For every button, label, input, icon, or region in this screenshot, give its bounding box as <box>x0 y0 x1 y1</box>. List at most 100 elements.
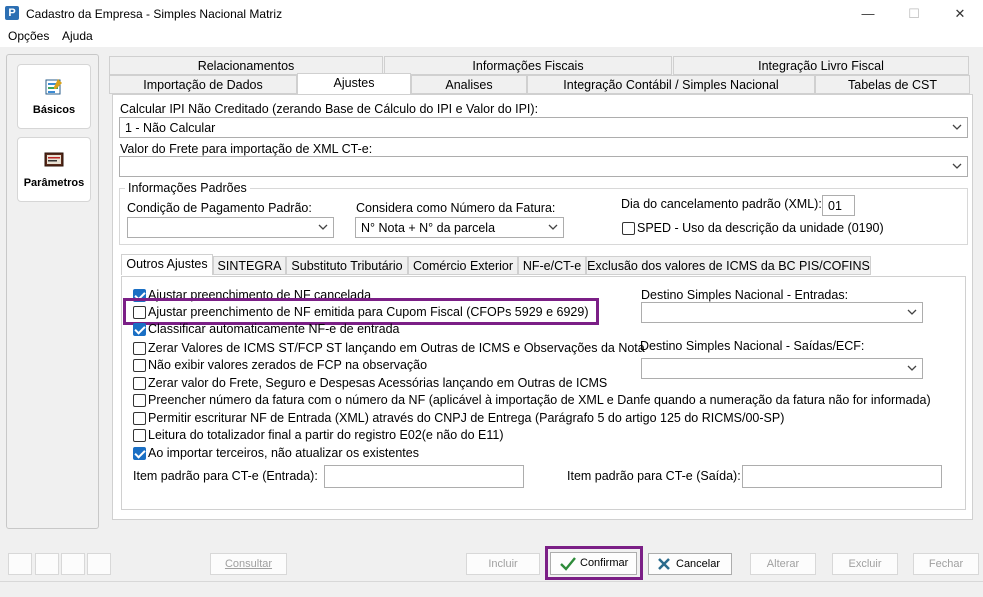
item-cte-entrada-input[interactable] <box>324 465 524 488</box>
check-label: Zerar valor do Frete, Seguro e Despesas … <box>148 376 608 390</box>
num-fatura-select[interactable]: N° Nota + N° da parcela <box>355 217 564 238</box>
confirmar-button[interactable]: Confirmar <box>550 552 637 575</box>
item-cte-saida-label: Item padrão para CT-e (Saída): <box>567 469 741 483</box>
num-fatura-value: N° Nota + N° da parcela <box>361 221 496 235</box>
check-cnpj-entrega[interactable]: Permitir escriturar NF de Entrada (XML) … <box>133 411 933 427</box>
nav-first-button[interactable] <box>8 553 32 575</box>
subtab-comercio-exterior[interactable]: Comércio Exterior <box>408 256 518 275</box>
close-icon: ✕ <box>954 5 966 21</box>
form-icon <box>45 78 62 94</box>
status-bar <box>0 581 983 597</box>
sidebar-item-basicos[interactable]: Básicos <box>17 64 91 129</box>
nav-last-button[interactable] <box>87 553 111 575</box>
title-bar: P Cadastro da Empresa - Simples Nacional… <box>0 0 983 27</box>
menu-bar: Opções Ajuda <box>0 27 983 47</box>
ipi-select-value: 1 - Não Calcular <box>125 121 216 135</box>
check-preencher-fatura[interactable]: Preencher número da fatura com o número … <box>133 393 933 409</box>
frete-select[interactable] <box>119 156 968 177</box>
checkbox[interactable] <box>133 429 146 442</box>
check-label: Zerar Valores de ICMS ST/FCP ST lançando… <box>148 341 645 355</box>
sped-checkbox-row[interactable]: SPED - Uso da descrição da unidade (0190… <box>622 221 892 237</box>
nav-next-button[interactable] <box>61 553 85 575</box>
consultar-button[interactable]: Consultar <box>210 553 287 575</box>
window-title: Cadastro da Empresa - Simples Nacional M… <box>26 7 283 21</box>
sidebar: Básicos Parâmetros <box>6 54 99 529</box>
frete-label: Valor do Frete para importação de XML CT… <box>120 142 373 156</box>
checkbox[interactable] <box>133 359 146 372</box>
check-label: Não exibir valores zerados de FCP na obs… <box>148 358 428 372</box>
chevron-down-icon <box>952 163 962 169</box>
minimize-button[interactable]: — <box>845 0 891 27</box>
cancel-x-icon <box>658 558 670 570</box>
chevron-down-icon <box>952 124 962 130</box>
sidebar-item-label: Básicos <box>32 103 76 116</box>
checkbox[interactable] <box>133 342 146 355</box>
tab-integracao-contabil[interactable]: Integração Contábil / Simples Nacional <box>527 75 815 94</box>
sidebar-item-label: Parâmetros <box>23 176 85 189</box>
ipi-select[interactable]: 1 - Não Calcular <box>119 117 968 138</box>
informacoes-padroes-title: Informações Padrões <box>125 181 250 195</box>
chevron-down-icon <box>548 224 558 230</box>
cancelar-button[interactable]: Cancelar <box>648 553 732 575</box>
menu-opcoes[interactable]: Opções <box>8 29 49 43</box>
chevron-down-icon <box>907 365 917 371</box>
checkbox[interactable] <box>133 412 146 425</box>
subtab-sintegra[interactable]: SINTEGRA <box>213 256 286 275</box>
tab-ajustes[interactable]: Ajustes <box>297 73 411 94</box>
num-fatura-label: Considera como Número da Fatura: <box>356 201 556 215</box>
check-icon <box>560 557 576 571</box>
check-label: Permitir escriturar NF de Entrada (XML) … <box>148 411 785 425</box>
confirmar-label: Confirmar <box>580 557 629 569</box>
fechar-button[interactable]: Fechar <box>913 553 979 575</box>
check-nao-exibir-fcp[interactable]: Não exibir valores zerados de FCP na obs… <box>133 358 633 374</box>
highlight-box-cupom <box>123 298 599 325</box>
checkbox[interactable] <box>133 323 146 336</box>
tab-analises[interactable]: Analises <box>411 75 527 94</box>
destino-saidas-label: Destino Simples Nacional - Saídas/ECF: <box>640 339 865 353</box>
maximize-icon: ☐ <box>908 5 920 21</box>
checkbox[interactable] <box>133 377 146 390</box>
subtab-nfe-cte[interactable]: NF-e/CT-e <box>518 256 586 275</box>
sped-checkbox[interactable] <box>622 222 635 235</box>
dia-cancel-input[interactable]: 01 <box>822 195 855 216</box>
tab-informacoes-fiscais[interactable]: Informações Fiscais <box>384 56 672 75</box>
tab-integracao-livro-fiscal[interactable]: Integração Livro Fiscal <box>673 56 969 75</box>
destino-saidas-select[interactable] <box>641 358 923 379</box>
check-zerar-icms-st[interactable]: Zerar Valores de ICMS ST/FCP ST lançando… <box>133 341 645 357</box>
alterar-button[interactable]: Alterar <box>750 553 816 575</box>
settings-board-icon <box>44 152 64 166</box>
item-cte-saida-input[interactable] <box>742 465 942 488</box>
ipi-label: Calcular IPI Não Creditado (zerando Base… <box>120 102 539 116</box>
tab-importacao-dados[interactable]: Importação de Dados <box>109 75 297 94</box>
chevron-down-icon <box>318 224 328 230</box>
check-label: Preencher número da fatura com o número … <box>148 393 931 407</box>
check-label: Ao importar terceiros, não atualizar os … <box>148 446 419 460</box>
check-label: Classificar automaticamente NF-e de entr… <box>148 322 400 336</box>
destino-entradas-label: Destino Simples Nacional - Entradas: <box>641 288 849 302</box>
subtab-exclusao-icms[interactable]: Exclusão dos valores de ICMS da BC PIS/C… <box>586 256 871 275</box>
close-button[interactable]: ✕ <box>937 0 983 27</box>
minimize-icon: — <box>861 6 875 21</box>
destino-entradas-select[interactable] <box>641 302 923 323</box>
check-importar-terceiros[interactable]: Ao importar terceiros, não atualizar os … <box>133 446 633 462</box>
checkbox[interactable] <box>133 447 146 460</box>
cond-pag-label: Condição de Pagamento Padrão: <box>127 201 312 215</box>
excluir-button[interactable]: Excluir <box>832 553 898 575</box>
cancelar-label: Cancelar <box>676 558 721 570</box>
checkbox[interactable] <box>133 394 146 407</box>
menu-ajuda[interactable]: Ajuda <box>62 29 93 43</box>
sidebar-item-parametros[interactable]: Parâmetros <box>17 137 91 202</box>
cond-pag-select[interactable] <box>127 217 334 238</box>
check-classificar-nfe[interactable]: Classificar automaticamente NF-e de entr… <box>133 322 633 338</box>
nav-prev-button[interactable] <box>35 553 59 575</box>
tab-tabelas-cst[interactable]: Tabelas de CST <box>815 75 970 94</box>
dia-cancel-label: Dia do cancelamento padrão (XML): <box>621 197 822 211</box>
dia-cancel-value: 01 <box>828 199 842 213</box>
subtab-substituto-tributario[interactable]: Substituto Tributário <box>286 256 408 275</box>
subtab-outros-ajustes[interactable]: Outros Ajustes <box>121 254 213 275</box>
check-totalizador-e02[interactable]: Leitura do totalizador final a partir do… <box>133 428 633 444</box>
maximize-button[interactable]: ☐ <box>891 0 937 27</box>
sped-label: SPED - Uso da descrição da unidade (0190… <box>637 221 884 235</box>
incluir-button[interactable]: Incluir <box>466 553 540 575</box>
check-zerar-frete[interactable]: Zerar valor do Frete, Seguro e Despesas … <box>133 376 633 392</box>
